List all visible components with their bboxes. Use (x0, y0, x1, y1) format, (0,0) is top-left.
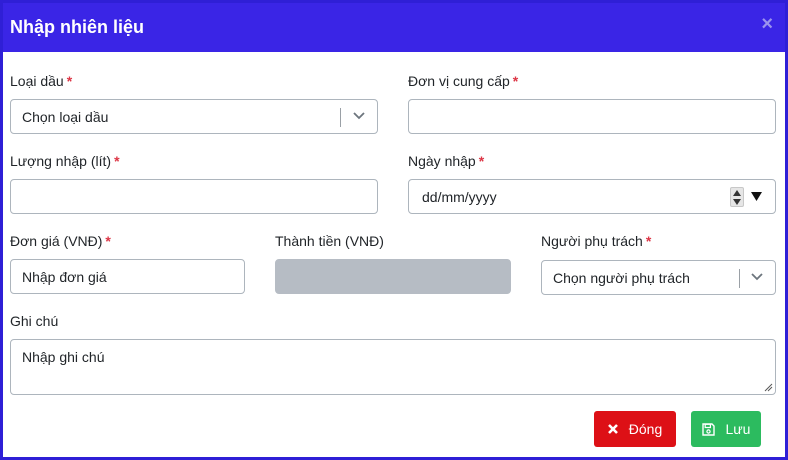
chevron-down-icon[interactable] (751, 273, 763, 281)
total-input (275, 259, 511, 294)
supplier-label: Đơn vị cung cấp * (408, 73, 518, 89)
required-mark: * (114, 153, 120, 169)
select-separator (340, 108, 341, 127)
total-label: Thành tiền (VNĐ) (275, 233, 384, 249)
import-date-input[interactable]: dd/mm/yyyy (408, 179, 776, 214)
import-date-label: Ngày nhập * (408, 153, 484, 169)
note-textarea[interactable]: Nhập ghi chú (10, 339, 776, 395)
note-label: Ghi chú (10, 313, 58, 329)
supplier-label-text: Đơn vị cung cấp (408, 73, 510, 89)
required-mark: * (478, 153, 485, 169)
note-value: Nhập ghi chú (22, 349, 105, 365)
calendar-dropdown-icon[interactable] (751, 192, 762, 201)
floppy-disk-icon (701, 422, 715, 436)
required-mark: * (66, 73, 73, 89)
required-mark: * (512, 73, 519, 89)
date-spinner[interactable] (730, 187, 744, 207)
close-icon[interactable]: × (761, 14, 773, 34)
import-date-value: dd/mm/yyyy (422, 189, 497, 205)
required-mark: * (105, 233, 111, 249)
person-in-charge-select[interactable]: Chọn người phụ trách (541, 260, 776, 295)
unit-price-input[interactable]: Nhập đơn giá (10, 259, 245, 294)
fuel-type-label: Loại dầu * (10, 73, 72, 89)
close-button[interactable]: Đóng (594, 411, 676, 447)
total-label-text: Thành tiền (VNĐ) (275, 233, 384, 249)
person-in-charge-value: Chọn người phụ trách (553, 270, 690, 286)
close-button-label: Đóng (628, 421, 663, 437)
unit-price-value: Nhập đơn giá (22, 269, 107, 285)
quantity-input[interactable] (10, 179, 378, 214)
fuel-type-label-text: Loại dầu (10, 73, 64, 89)
unit-price-label-text: Đơn giá (VNĐ) (10, 233, 103, 249)
person-in-charge-label: Người phụ trách * (541, 233, 651, 249)
fuel-type-select[interactable]: Chọn loại dầu (10, 99, 378, 134)
chevron-down-icon[interactable] (353, 112, 365, 120)
spin-down-icon[interactable] (733, 199, 741, 205)
save-button-label: Lưu (725, 421, 751, 437)
quantity-label: Lượng nhập (lít) * (10, 153, 120, 169)
resize-handle-icon[interactable] (764, 383, 773, 392)
required-mark: * (645, 233, 652, 249)
fuel-import-modal: Nhập nhiên liệu × Loại dầu * Chọn loại dầ… (0, 0, 788, 460)
quantity-label-text: Lượng nhập (lít) (10, 153, 112, 169)
x-icon (607, 424, 618, 434)
spin-up-icon[interactable] (733, 190, 741, 196)
person-in-charge-label-text: Người phụ trách (541, 233, 643, 249)
unit-price-label: Đơn giá (VNĐ) * (10, 233, 111, 249)
note-label-text: Ghi chú (10, 313, 59, 329)
modal-header: Nhập nhiên liệu × (3, 3, 785, 52)
fuel-type-value: Chọn loại dầu (22, 109, 109, 125)
supplier-input[interactable] (408, 99, 776, 134)
modal-title: Nhập nhiên liệu (10, 17, 145, 37)
import-date-label-text: Ngày nhập (408, 153, 476, 169)
select-separator (739, 269, 740, 288)
save-button[interactable]: Lưu (691, 411, 761, 447)
